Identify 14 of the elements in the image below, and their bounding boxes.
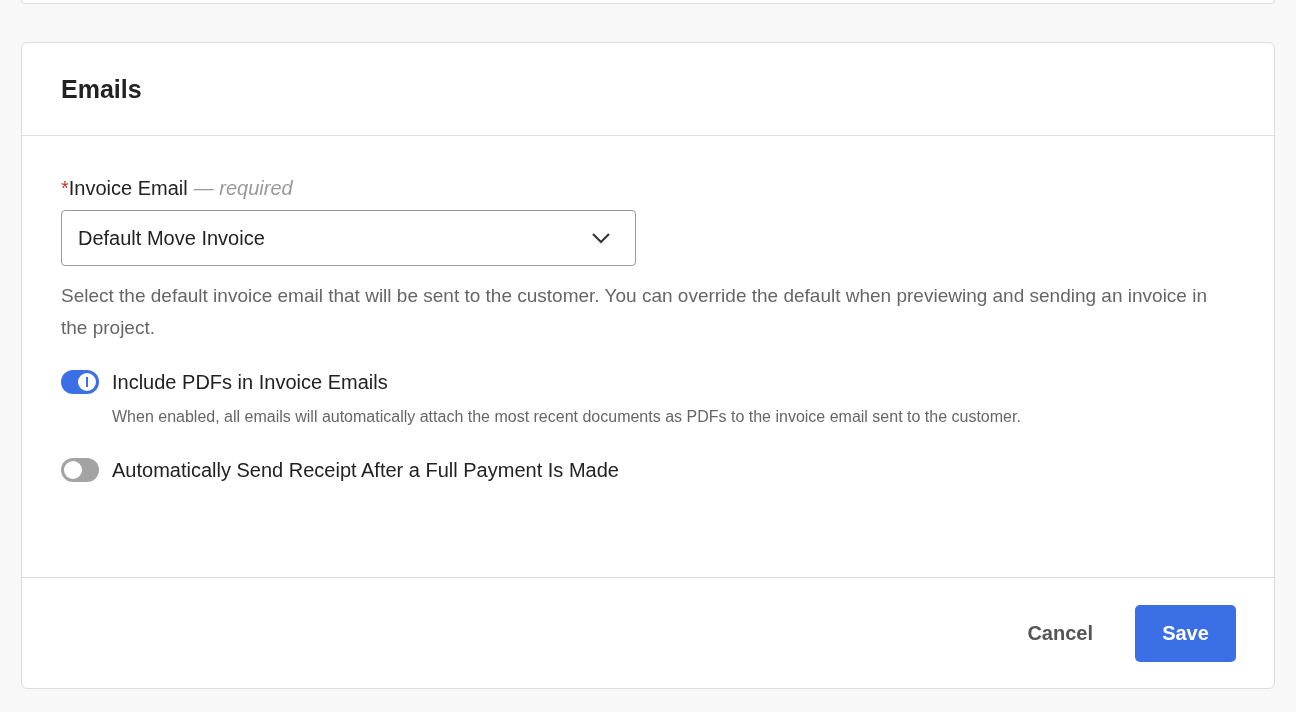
required-hint: — required — [193, 177, 293, 199]
cancel-button[interactable]: Cancel — [1015, 613, 1105, 653]
toggle-label: Automatically Send Receipt After a Full Payment Is Made — [112, 458, 619, 482]
required-asterisk: * — [61, 177, 69, 199]
save-button[interactable]: Save — [1135, 604, 1236, 662]
chevron-down-icon — [591, 232, 611, 244]
toggle-switch[interactable] — [61, 370, 99, 394]
toggle-switch[interactable] — [61, 458, 99, 482]
invoice-email-dropdown[interactable]: Default Move Invoice — [61, 210, 636, 266]
section-title: Emails — [61, 74, 142, 104]
toggle-description: When enabled, all emails will automatically attach the most recent documents as PDFs to the invoice email sent to the customer. — [112, 407, 1022, 427]
field-label: Invoice Email — [68, 177, 188, 199]
help-text: Select the default invoice email that will be sent to the customer. You can override the default when previewing and sending an invoice in the project. — [61, 284, 1208, 340]
toggle-label: Include PDFs in Invoice Emails — [112, 370, 388, 394]
